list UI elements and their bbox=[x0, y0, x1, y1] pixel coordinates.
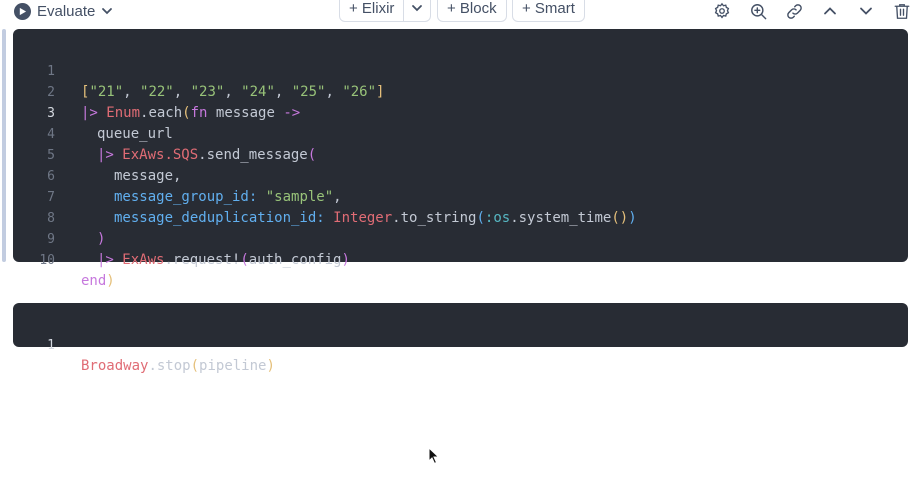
token: ) bbox=[341, 252, 350, 268]
play-icon bbox=[14, 2, 31, 20]
token: queue_url bbox=[97, 126, 173, 142]
insert-elixir-dropdown-icon[interactable] bbox=[404, 2, 430, 14]
token: message_group_id: bbox=[114, 189, 258, 205]
gear-icon[interactable] bbox=[712, 1, 732, 21]
token: .request! bbox=[164, 252, 241, 268]
focused-cell-indicator bbox=[2, 29, 6, 262]
trash-icon[interactable] bbox=[892, 1, 912, 21]
token: ] bbox=[376, 84, 385, 100]
code-line: 1 ["21", "22", "23", "24", "25", "26"] bbox=[13, 40, 384, 100]
token: "26" bbox=[342, 84, 377, 100]
code-line: 8 ) bbox=[13, 187, 105, 247]
code-editor-cell[interactable]: 1 ["21", "22", "23", "24", "25", "26"] 2… bbox=[13, 29, 908, 289]
token: ( bbox=[307, 147, 317, 163]
token: auth_config bbox=[248, 252, 342, 268]
token: ExAws bbox=[122, 252, 165, 268]
token: ( bbox=[190, 358, 200, 374]
chevron-down-icon[interactable] bbox=[101, 5, 113, 17]
insert-block-button[interactable]: + Block bbox=[437, 0, 507, 22]
evaluate-button[interactable]: Evaluate bbox=[14, 0, 113, 22]
token: "sample" bbox=[265, 189, 334, 205]
token: :os bbox=[484, 210, 511, 226]
mouse-cursor-icon bbox=[428, 446, 440, 470]
token: "24" bbox=[241, 84, 275, 100]
token: () bbox=[611, 210, 629, 226]
chevron-up-icon[interactable] bbox=[820, 1, 840, 21]
token: ( bbox=[182, 105, 191, 121]
token: |> bbox=[81, 105, 98, 121]
line-number: 10 bbox=[39, 253, 55, 268]
token: ) bbox=[106, 273, 115, 289]
token: message_deduplication_id: bbox=[114, 210, 325, 226]
cell-actions bbox=[712, 0, 912, 22]
token: -> bbox=[283, 105, 301, 121]
code-line: 7 message_deduplication_id: Integer.to_s… bbox=[13, 166, 636, 226]
token: message bbox=[207, 105, 284, 121]
zoom-in-icon[interactable] bbox=[748, 1, 768, 21]
link-icon[interactable] bbox=[784, 1, 804, 21]
token: , bbox=[333, 189, 342, 205]
token: fn bbox=[190, 105, 208, 121]
token: .stop bbox=[148, 358, 191, 374]
chevron-down-icon[interactable] bbox=[856, 1, 876, 21]
token: .each bbox=[140, 105, 183, 121]
token: .to_string bbox=[392, 210, 477, 226]
token: Enum bbox=[106, 105, 141, 121]
token: "22" bbox=[140, 84, 174, 100]
code-line: 1 Broadway.stop(pipeline) bbox=[13, 314, 275, 374]
token: , bbox=[274, 84, 292, 100]
token: , bbox=[224, 84, 242, 100]
code-line: 6 message_group_id: "sample", bbox=[13, 145, 341, 205]
code-line: 10 end) bbox=[13, 229, 114, 289]
token: ) bbox=[266, 358, 275, 374]
insert-elixir-group: + Elixir bbox=[339, 0, 432, 22]
token: .send_message bbox=[198, 147, 308, 163]
token: .system_time bbox=[510, 210, 612, 226]
token: message, bbox=[114, 168, 182, 184]
token: ) bbox=[97, 231, 106, 247]
token: Broadway bbox=[81, 358, 149, 374]
insert-smart-button[interactable]: + Smart bbox=[512, 0, 585, 22]
token: pipeline bbox=[199, 358, 267, 374]
token: , bbox=[123, 84, 141, 100]
line-number: 1 bbox=[47, 338, 55, 353]
code-editor-cell[interactable]: 1 Broadway.stop(pipeline) bbox=[13, 303, 908, 374]
token: "25" bbox=[291, 84, 326, 100]
token: , bbox=[325, 84, 343, 100]
token: |> bbox=[97, 147, 114, 163]
token: Integer bbox=[333, 210, 393, 226]
token: end bbox=[81, 273, 107, 289]
code-line: 4 |> ExAws.SQS.send_message( bbox=[13, 103, 316, 163]
token: "23" bbox=[190, 84, 225, 100]
code-line: 2 |> Enum.each(fn message -> bbox=[13, 61, 300, 121]
insert-elixir-split: + Elixir bbox=[339, 0, 432, 22]
code-line: 3 queue_url bbox=[13, 82, 173, 142]
evaluate-label: Evaluate bbox=[37, 2, 96, 20]
token: "21" bbox=[89, 84, 124, 100]
insert-smart-label: + Smart bbox=[522, 0, 575, 17]
code-line: 5 message, bbox=[13, 124, 181, 184]
token: , bbox=[173, 84, 191, 100]
token: ExAws.SQS bbox=[122, 147, 199, 163]
code-line: 9 |> ExAws.request!(auth_config) bbox=[13, 208, 350, 268]
token: ( bbox=[240, 252, 249, 268]
token: ( bbox=[476, 210, 485, 226]
insert-block-label: + Block bbox=[447, 0, 497, 17]
token: |> bbox=[97, 252, 114, 268]
insert-elixir-button[interactable]: + Elixir bbox=[340, 0, 403, 17]
token: ) bbox=[628, 210, 637, 226]
